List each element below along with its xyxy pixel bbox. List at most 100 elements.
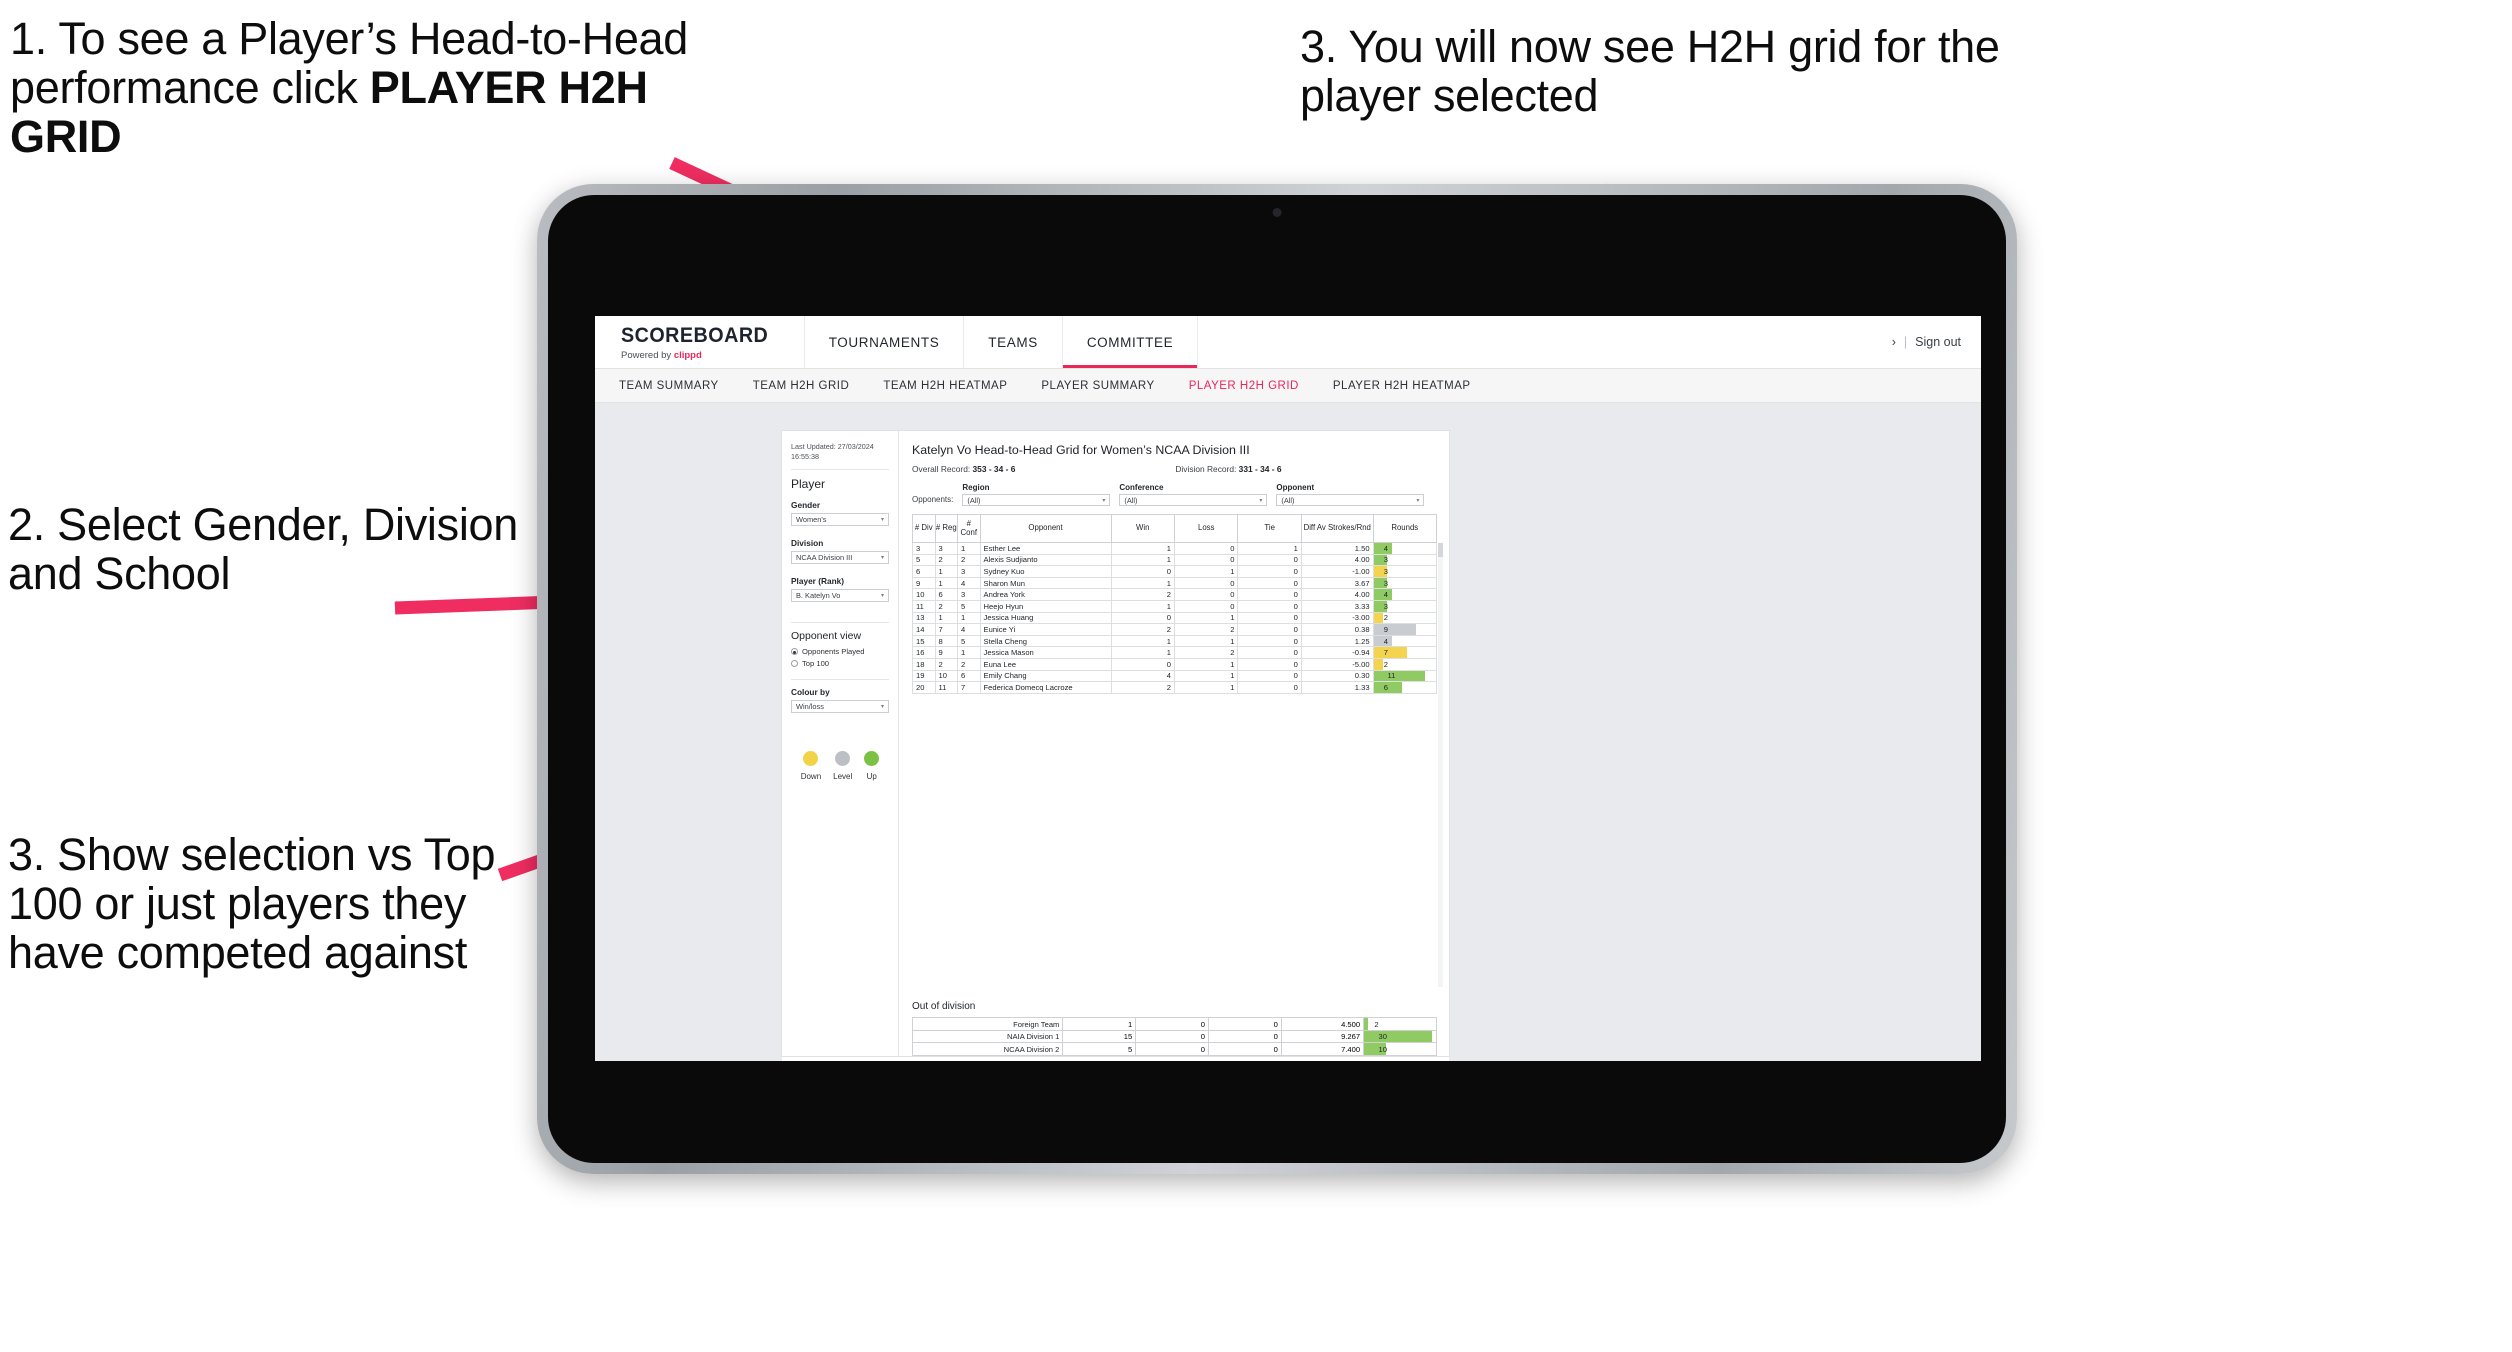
table-row[interactable]: 18 2 2 Euna Lee 0 1 0 -5.00 2	[912, 657, 1438, 671]
cell-div: 19	[912, 669, 936, 683]
radio-opponents-played[interactable]: Opponents Played	[791, 647, 889, 656]
tab-team-h2h-heatmap[interactable]: TEAM H2H HEATMAP	[883, 380, 1007, 392]
sign-out-link[interactable]: Sign out	[1915, 335, 1961, 349]
overall-record-label: Overall Record:	[912, 464, 971, 474]
record-summary: Overall Record: 353 - 34 - 6 Division Re…	[912, 464, 1437, 474]
primary-nav: TOURNAMENTS TEAMS COMMITTEE	[805, 316, 1199, 368]
division-record-label: Division Record:	[1175, 464, 1237, 474]
cell-loss: 0	[1135, 1017, 1210, 1031]
nav-teams[interactable]: TEAMS	[964, 316, 1063, 368]
cell-group-name: Foreign Team	[911, 1017, 1064, 1031]
cell-rounds: 2	[1372, 611, 1438, 625]
nav-tournaments[interactable]: TOURNAMENTS	[805, 316, 965, 368]
cell-reg: 9	[934, 646, 959, 659]
cell-conf: 5	[957, 599, 981, 613]
cell-conf: 5	[957, 634, 981, 648]
table-row[interactable]: 16 9 1 Jessica Mason 1 2 0 -0.94 7	[912, 646, 1438, 659]
brand-logo[interactable]: SCOREBOARD Powered by clippd	[595, 316, 805, 368]
tab-player-h2h-heatmap[interactable]: PLAYER H2H HEATMAP	[1333, 380, 1471, 392]
rounds-value: 2	[1383, 613, 1389, 623]
chevron-right-icon[interactable]: ›	[1892, 335, 1896, 349]
cell-opponent: Eunice Yi	[979, 623, 1112, 636]
annotation-step-3-right: 3. You will now see H2H grid for the pla…	[1300, 21, 2000, 122]
cell-rounds: 9	[1372, 623, 1438, 636]
out-of-division-row[interactable]: NAIA Division 1 15 0 0 9.267 30	[911, 1029, 1437, 1044]
table-row[interactable]: 10 6 3 Andrea York 2 0 0 4.00 4	[912, 588, 1438, 601]
table-row[interactable]: 5 2 2 Alexis Sudjianto 1 0 0 4.00 3	[912, 553, 1438, 567]
cell-win: 2	[1110, 681, 1176, 694]
radio-top-100[interactable]: Top 100	[791, 659, 889, 668]
cell-conf: 4	[957, 623, 981, 636]
th-div: # Div	[912, 514, 936, 543]
legend-down: Down	[801, 751, 821, 781]
screenshot-root: 1. To see a Player’s Head-to-Head perfor…	[0, 0, 2512, 1352]
division-record-value: 331 - 34 - 6	[1238, 464, 1282, 474]
rounds-value: 3	[1383, 566, 1389, 576]
table-row[interactable]: 9 1 4 Sharon Mun 1 0 0 3.67 3	[912, 576, 1438, 590]
division-value: NCAA Division III	[796, 553, 853, 563]
conference-value: (All)	[1124, 495, 1138, 505]
cell-div: 5	[912, 553, 936, 567]
rounds-value: 30	[1378, 1032, 1387, 1042]
table-scrollbar-thumb[interactable]	[1438, 543, 1443, 557]
legend-level-label: Level	[833, 772, 853, 782]
th-loss: Loss	[1173, 514, 1239, 543]
table-row[interactable]: 20 11 7 Federica Domecq Lacroze 2 1 0 1.33 6	[912, 681, 1438, 694]
cell-div: 20	[912, 681, 936, 694]
table-row[interactable]: 14 7 4 Eunice Yi 2 2 0 0.38 9	[912, 623, 1438, 636]
rounds-bar: 4	[1373, 635, 1393, 647]
radio-selected-icon	[791, 648, 798, 656]
player-rank-select[interactable]: B. Katelyn Vo ▾	[791, 589, 889, 603]
region-select[interactable]: (All) ▾	[962, 494, 1111, 506]
table-row[interactable]: 19 10 6 Emily Chang 4 1 0 0.30 11	[912, 669, 1438, 683]
chevron-down-icon: ▾	[880, 704, 884, 711]
cell-conf: 4	[957, 576, 981, 590]
nav-committee[interactable]: COMMITTEE	[1063, 316, 1199, 368]
rounds-bar: 7	[1373, 647, 1407, 658]
table-row[interactable]: 15 8 5 Stella Cheng 1 1 0 1.25 4	[912, 634, 1438, 648]
chevron-down-icon: ▾	[1102, 497, 1106, 504]
out-of-division-row[interactable]: Foreign Team 1 0 0 4.500 2	[911, 1017, 1437, 1031]
cell-loss: 0	[1173, 553, 1239, 567]
tab-team-h2h-grid[interactable]: TEAM H2H GRID	[753, 380, 850, 392]
th-tie: Tie	[1237, 514, 1302, 543]
tab-player-h2h-grid[interactable]: PLAYER H2H GRID	[1189, 380, 1299, 392]
table-row[interactable]: 6 1 3 Sydney Kuo 0 1 0 -1.00 3	[912, 565, 1438, 578]
cell-reg: 6	[934, 588, 959, 601]
table-scrollbar[interactable]	[1438, 543, 1443, 988]
tab-player-summary[interactable]: PLAYER SUMMARY	[1041, 380, 1154, 392]
division-select[interactable]: NCAA Division III ▾	[791, 551, 889, 565]
opponent-select[interactable]: (All) ▾	[1276, 494, 1425, 506]
cell-opponent: Sydney Kuo	[979, 565, 1112, 578]
cell-conf: 6	[957, 669, 981, 683]
cell-conf: 3	[957, 565, 981, 578]
chevron-down-icon: ▾	[880, 555, 884, 562]
panel-divider-3	[791, 679, 889, 681]
region-label: Region	[962, 483, 990, 492]
table-row[interactable]: 13 1 1 Jessica Huang 0 1 0 -3.00 2	[912, 611, 1438, 625]
rounds-bar: 4	[1373, 543, 1393, 554]
cell-rounds: 2	[1363, 1017, 1437, 1031]
rounds-bar: 30	[1364, 1030, 1432, 1043]
out-of-division-row[interactable]: NCAA Division 2 5 0 0 7.400 10	[911, 1042, 1437, 1056]
tab-team-summary[interactable]: TEAM SUMMARY	[619, 380, 719, 392]
cell-win: 0	[1110, 565, 1176, 578]
chevron-down-icon: ▾	[880, 593, 884, 600]
conference-select[interactable]: (All) ▾	[1119, 494, 1268, 506]
table-row[interactable]: 3 3 1 Esther Lee 1 0 1 1.50 4	[912, 542, 1438, 555]
cell-rounds: 3	[1372, 599, 1438, 613]
cell-diff: 0.30	[1300, 669, 1374, 683]
radio-unselected-icon	[791, 660, 798, 668]
brand-name: SCOREBOARD	[621, 323, 769, 347]
table-body: 3 3 1 Esther Lee 1 0 1 1.50 4 5 2 2 Alexis Sudjianto…	[912, 542, 1438, 694]
cell-diff: 4.500	[1280, 1017, 1365, 1031]
cell-opponent: Alexis Sudjianto	[979, 553, 1112, 567]
cell-win: 5	[1062, 1042, 1137, 1056]
cell-diff: 1.33	[1300, 681, 1374, 694]
rounds-value: 7	[1383, 648, 1389, 658]
colour-by-select[interactable]: Win/loss ▾	[791, 700, 889, 714]
table-row[interactable]: 11 2 5 Heejo Hyun 1 0 0 3.33 3	[912, 599, 1438, 613]
cell-reg: 2	[934, 553, 959, 567]
cell-diff: -0.94	[1300, 646, 1374, 659]
gender-select[interactable]: Women's ▾	[791, 513, 889, 527]
